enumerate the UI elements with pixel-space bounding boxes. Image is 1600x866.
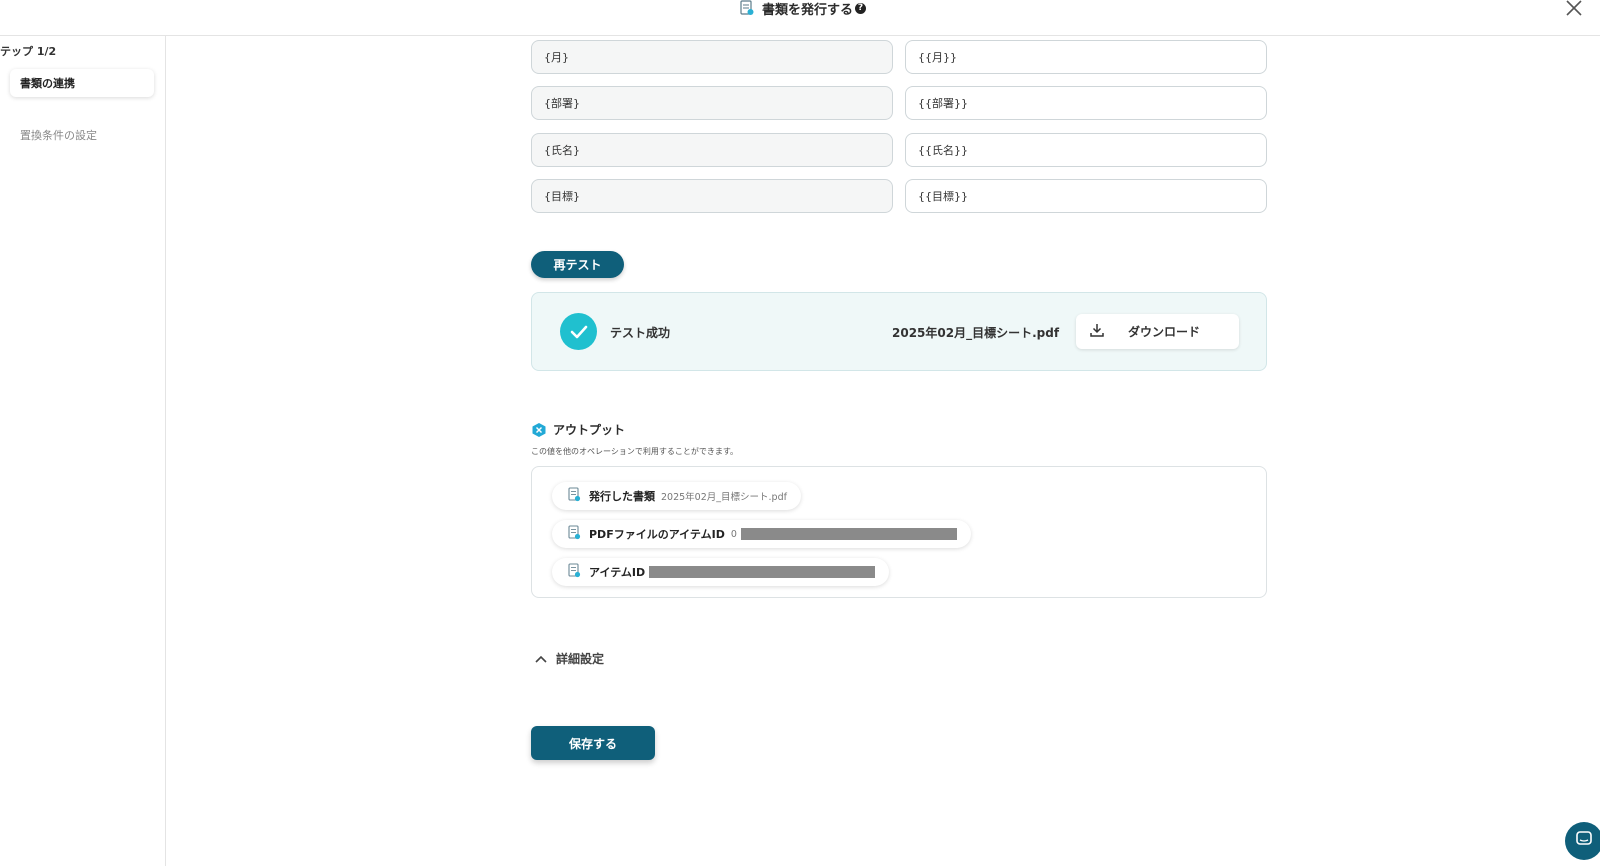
test-status: テスト成功	[610, 326, 671, 340]
step-indicator: テップ 1/2	[0, 45, 57, 58]
placeholder-field-goal[interactable]: {目標}	[531, 179, 893, 213]
chat-icon	[1575, 830, 1593, 852]
result-filename: 2025年02月_目標シート.pdf	[892, 326, 1060, 340]
sidebar-item-replace-settings[interactable]: 置換条件の設定	[10, 121, 154, 149]
advanced-settings-label: 詳細設定	[556, 652, 605, 666]
chip-label: アイテムID	[589, 566, 646, 579]
chip-label: 発行した書類	[589, 490, 655, 503]
output-chip-pdf-item-id[interactable]: PDFファイルのアイテムID 0	[552, 520, 971, 548]
chip-value: 2025年02月_目標シート.pdf	[661, 492, 787, 503]
advanced-settings-toggle[interactable]: 詳細設定	[535, 650, 604, 667]
check-icon	[560, 313, 597, 350]
document-icon	[568, 563, 581, 581]
sidebar-item-document-link[interactable]: 書類の連携	[10, 69, 154, 97]
download-button[interactable]: ダウンロード	[1076, 314, 1239, 349]
placeholder-field-department[interactable]: {部署}	[531, 86, 893, 120]
output-hex-icon	[531, 422, 547, 438]
value-field-month[interactable]: {{月}}	[905, 40, 1267, 74]
download-icon	[1090, 323, 1104, 340]
output-chip-issued-document[interactable]: 発行した書類 2025年02月_目標シート.pdf	[552, 482, 801, 510]
chevron-up-icon	[535, 652, 547, 666]
step-sidebar: テップ 1/2 書類の連携 置換条件の設定	[0, 36, 166, 866]
placeholder-field-name[interactable]: {氏名}	[531, 133, 893, 167]
retest-button[interactable]: 再テスト	[531, 251, 624, 278]
value-field-goal[interactable]: {{目標}}	[905, 179, 1267, 213]
modal-header: 書類を発行する ?	[0, 0, 1600, 36]
help-icon[interactable]: ?	[855, 2, 867, 14]
value-field-department[interactable]: {{部署}}	[905, 86, 1267, 120]
chat-support-button[interactable]	[1565, 822, 1600, 860]
header-title: 書類を発行する ?	[740, 0, 867, 18]
value-field-name[interactable]: {{氏名}}	[905, 133, 1267, 167]
header-title-text: 書類を発行する	[762, 2, 854, 18]
document-icon	[568, 525, 581, 543]
chip-label: PDFファイルのアイテムID	[589, 528, 725, 541]
chip-value: 0	[730, 528, 737, 540]
save-button[interactable]: 保存する	[531, 726, 655, 760]
output-title: アウトプット	[553, 423, 626, 437]
output-chip-item-id[interactable]: アイテムID	[552, 558, 890, 586]
placeholder-field-month[interactable]: {月}	[531, 40, 893, 74]
redacted-value	[740, 528, 957, 540]
download-label: ダウンロード	[1128, 325, 1201, 339]
output-description: この値を他のオペレーションで利用することができます。	[531, 447, 739, 456]
document-icon	[568, 487, 581, 505]
redacted-value	[649, 566, 876, 578]
output-list: 発行した書類 2025年02月_目標シート.pdf PDFファイルのアイテムID…	[531, 466, 1267, 598]
output-heading: アウトプット	[531, 421, 625, 438]
document-icon	[740, 0, 754, 16]
close-icon[interactable]	[1564, 0, 1586, 20]
test-result-panel: テスト成功 2025年02月_目標シート.pdf ダウンロード	[531, 292, 1267, 371]
